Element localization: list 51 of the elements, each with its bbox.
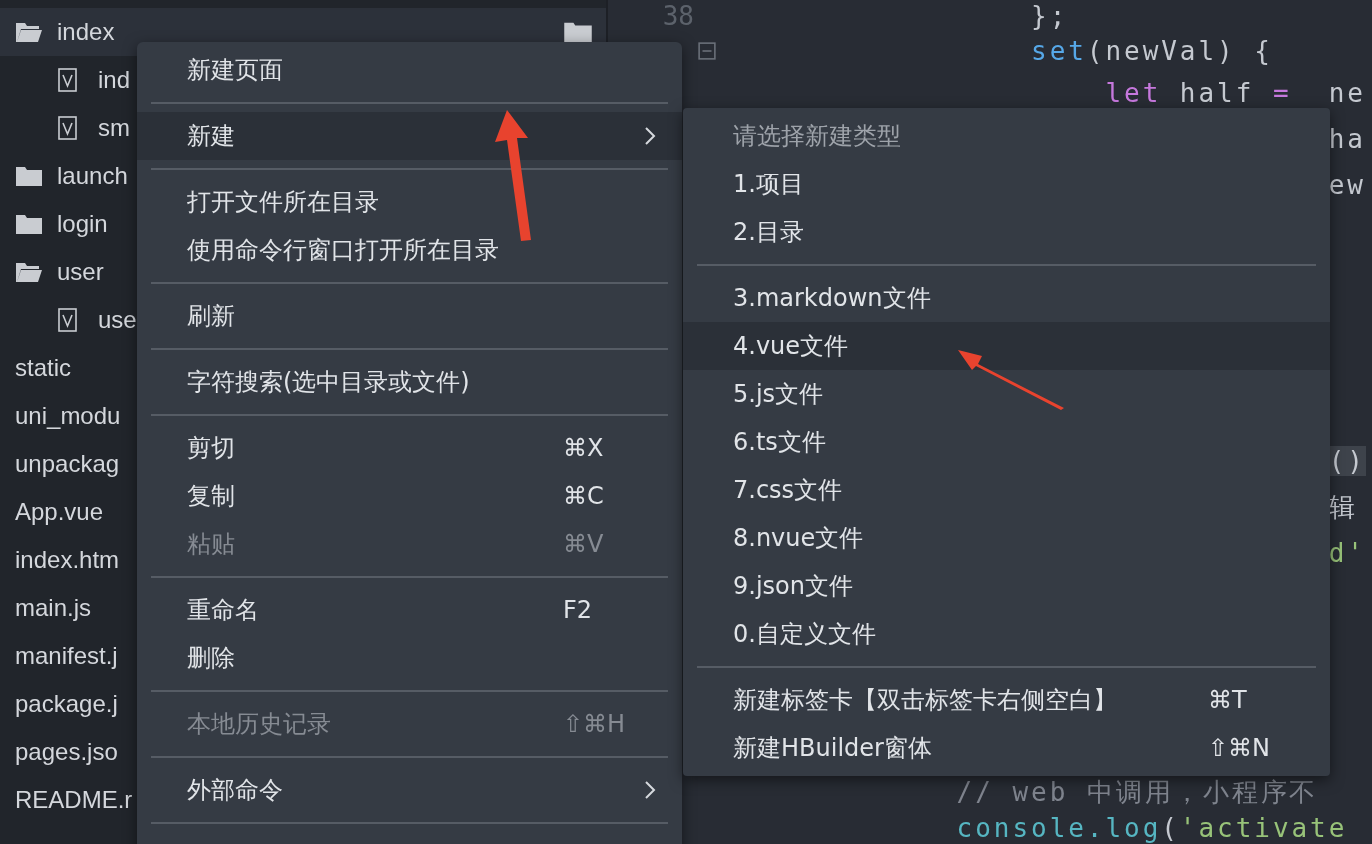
- menu-label: 复制: [187, 481, 235, 512]
- menu-label: 0.自定义文件: [733, 619, 876, 650]
- code-line: 辑: [1327, 492, 1358, 522]
- menu-label: 8.nvue文件: [733, 523, 864, 554]
- menu-label: 5.js文件: [733, 379, 824, 410]
- menu-label: 2.目录: [733, 217, 804, 248]
- shortcut-label: ⌘C: [563, 482, 604, 510]
- menu-label: 删除: [187, 643, 235, 674]
- menu-label: 字符搜索(选中目录或文件): [187, 367, 470, 398]
- tree-label: login: [57, 210, 108, 238]
- code-line: ha: [1327, 124, 1366, 154]
- tree-label: pages.jso: [15, 738, 118, 766]
- menu-label: 刷新: [187, 301, 235, 332]
- shortcut-label: ⌘T: [1208, 686, 1247, 714]
- shortcut-label: ⌘X: [563, 434, 604, 462]
- code-line: console.log('activate: [956, 813, 1348, 843]
- menu-label: 1.项目: [733, 169, 804, 200]
- menu-label: 新建: [187, 121, 235, 152]
- menu-label: 使用命令行窗口打开所在目录: [187, 235, 499, 266]
- menu-label: 3.markdown文件: [733, 283, 931, 314]
- shortcut-label: ⇧⌘N: [1208, 734, 1271, 762]
- menu-header: 请选择新建类型: [733, 121, 901, 152]
- menu-label: 外部命令: [187, 775, 283, 806]
- tree-label: sm: [98, 114, 130, 142]
- code-line: let half = ne: [1104, 78, 1366, 108]
- menu-label: 9.json文件: [733, 571, 853, 602]
- tree-label: ind: [98, 66, 131, 94]
- tree-label: use: [98, 306, 137, 334]
- tree-label: launch: [57, 162, 128, 190]
- menu-label: 打开文件所在目录: [187, 187, 379, 218]
- shortcut-label: ⌘V: [563, 530, 604, 558]
- menu-label: 6.ts文件: [733, 427, 826, 458]
- tree-label: user: [57, 258, 104, 286]
- shortcut-label: ⇧⌘H: [563, 710, 626, 738]
- menu-label: 剪切: [187, 433, 235, 464]
- menu-label: 4.vue文件: [733, 331, 849, 362]
- code-line: ew: [1327, 170, 1366, 200]
- menu-label: 粘贴: [187, 529, 235, 560]
- menu-label: 新建HBuilder窗体: [733, 733, 932, 764]
- menu-label: 本地历史记录: [187, 709, 331, 740]
- code-line: };: [1030, 1, 1069, 31]
- code-line: set(newVal) {: [1030, 36, 1273, 66]
- menu-label: 重命名: [187, 595, 259, 626]
- tree-label: uni_modu: [15, 402, 121, 430]
- tree-label: index: [57, 18, 115, 46]
- shortcut-label: F2: [563, 596, 593, 624]
- menu-label: 7.css文件: [733, 475, 843, 506]
- menu-label: 新建页面: [187, 55, 283, 86]
- menu-label: 新建标签卡【双击标签卡右侧空白】: [733, 685, 1117, 716]
- code-line: d': [1327, 538, 1366, 568]
- code-line: // web 中调用，小程序不: [956, 777, 1319, 807]
